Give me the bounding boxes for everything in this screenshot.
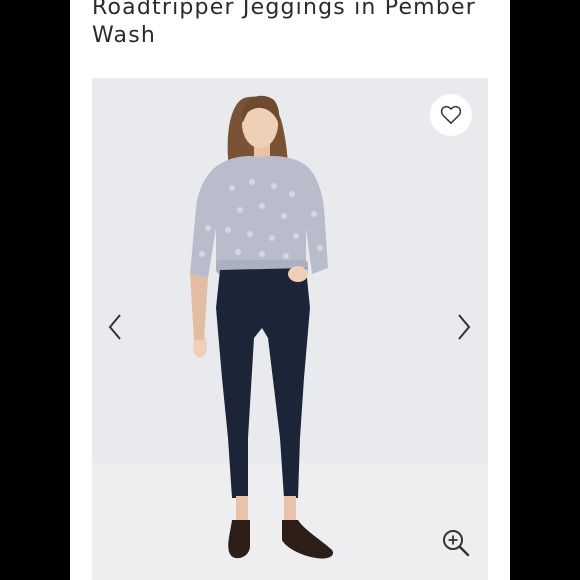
zoom-in-icon bbox=[443, 530, 470, 557]
chevron-left-icon bbox=[108, 314, 121, 340]
next-image-button[interactable] bbox=[449, 307, 479, 347]
previous-image-button[interactable] bbox=[100, 307, 130, 347]
favorite-button[interactable] bbox=[430, 94, 472, 136]
zoom-button[interactable] bbox=[440, 527, 472, 559]
product-page: Roadtripper Jeggings in Pember Wash bbox=[70, 0, 510, 580]
chevron-right-icon bbox=[458, 314, 471, 340]
heart-icon bbox=[440, 105, 462, 125]
product-title: Roadtripper Jeggings in Pember Wash bbox=[92, 0, 476, 48]
product-image-gallery[interactable] bbox=[92, 78, 488, 580]
product-photo bbox=[190, 95, 334, 559]
